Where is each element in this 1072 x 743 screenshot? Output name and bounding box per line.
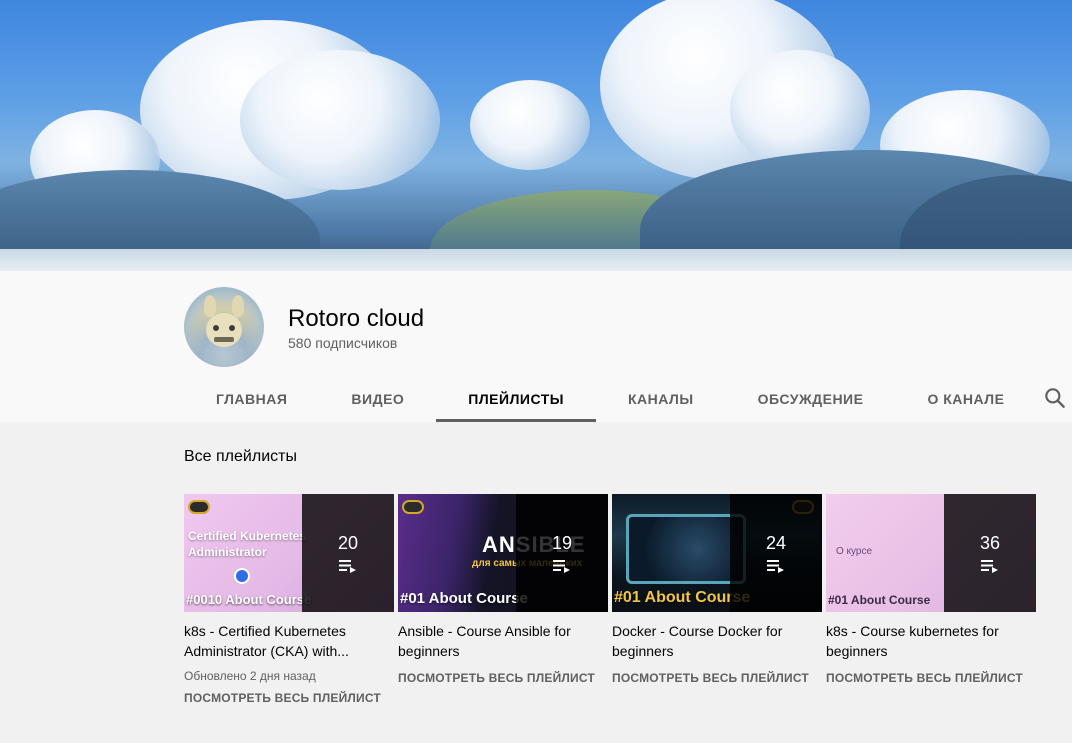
video-count: 19 <box>551 533 573 553</box>
playlist-card[interactable]: #01 About Course 24 Docker - Course Dock… <box>612 494 822 685</box>
section-title: Все плейлисты <box>184 448 297 465</box>
thumbnail-text: Certified Kubernetes Administrator <box>188 529 307 559</box>
playlist-card[interactable]: Certified Kubernetes Administrator #0010… <box>184 494 394 705</box>
playlist-icon <box>339 560 356 573</box>
tab-about[interactable]: О КАНАЛЕ <box>895 375 1036 422</box>
view-full-playlist-link[interactable]: ПОСМОТРЕТЬ ВЕСЬ ПЛЕЙЛИСТ <box>398 671 608 685</box>
playlist-title[interactable]: Docker - Course Docker for beginners <box>612 621 817 661</box>
thumbnail-label: #01 About Course <box>828 593 931 607</box>
tab-channels[interactable]: КАНАЛЫ <box>596 375 726 422</box>
playlist-thumbnail[interactable]: О курсе #01 About Course 36 <box>826 494 1036 612</box>
playlist-card[interactable]: ANSIBLE для самых маленьких #01 About Co… <box>398 494 608 685</box>
playlist-thumbnail[interactable]: Certified Kubernetes Administrator #0010… <box>184 494 394 612</box>
playlist-icon <box>553 560 570 573</box>
logo-badge <box>188 500 210 514</box>
logo-badge <box>402 500 424 514</box>
search-icon[interactable] <box>1042 385 1068 411</box>
thumbnail-label: #01 About Course <box>400 590 528 607</box>
playlist-count-overlay: 24 <box>730 494 822 612</box>
playlist-updated: Обновлено 2 дня назад <box>184 669 316 683</box>
tab-home[interactable]: ГЛАВНАЯ <box>184 375 319 422</box>
view-full-playlist-link[interactable]: ПОСМОТРЕТЬ ВЕСЬ ПЛЕЙЛИСТ <box>612 671 822 685</box>
playlist-title[interactable]: k8s - Certified Kubernetes Administrator… <box>184 621 389 661</box>
playlist-icon <box>767 560 784 573</box>
subscriber-count: 580 подписчиков <box>288 335 398 351</box>
playlist-thumbnail[interactable]: #01 About Course 24 <box>612 494 822 612</box>
playlist-count-overlay: 36 <box>944 494 1036 612</box>
view-full-playlist-link[interactable]: ПОСМОТРЕТЬ ВЕСЬ ПЛЕЙЛИСТ <box>184 691 394 705</box>
tab-discussion[interactable]: ОБСУЖДЕНИЕ <box>726 375 896 422</box>
channel-tabs: ГЛАВНАЯ ВИДЕО ПЛЕЙЛИСТЫ КАНАЛЫ ОБСУЖДЕНИ… <box>184 375 1036 422</box>
playlist-count-overlay: 20 <box>302 494 394 612</box>
thumbnail-text: О курсе <box>836 546 873 557</box>
video-count: 36 <box>979 533 1001 553</box>
spaceship-window-illustration <box>626 514 746 584</box>
channel-header: Rotoro cloud 580 подписчиков ГЛАВНАЯ ВИД… <box>0 271 1072 422</box>
tab-playlists[interactable]: ПЛЕЙЛИСТЫ <box>436 375 596 422</box>
video-count: 20 <box>337 533 359 553</box>
playlist-icon <box>981 560 998 573</box>
playlist-thumbnail[interactable]: ANSIBLE для самых маленьких #01 About Co… <box>398 494 608 612</box>
kubernetes-logo-icon <box>234 568 250 584</box>
playlist-title[interactable]: Ansible - Course Ansible for beginners <box>398 621 603 661</box>
playlist-card[interactable]: О курсе #01 About Course 36 k8s - Course… <box>826 494 1036 685</box>
thumbnail-label: #0010 About Course <box>186 592 312 607</box>
channel-banner <box>0 0 1072 271</box>
video-count: 24 <box>765 533 787 553</box>
tab-videos[interactable]: ВИДЕО <box>319 375 436 422</box>
playlist-count-overlay: 19 <box>516 494 608 612</box>
channel-name: Rotoro cloud <box>288 305 425 332</box>
playlist-title[interactable]: k8s - Course kubernetes for beginners <box>826 621 1031 661</box>
view-full-playlist-link[interactable]: ПОСМОТРЕТЬ ВЕСЬ ПЛЕЙЛИСТ <box>826 671 1036 685</box>
channel-avatar[interactable] <box>184 287 264 367</box>
